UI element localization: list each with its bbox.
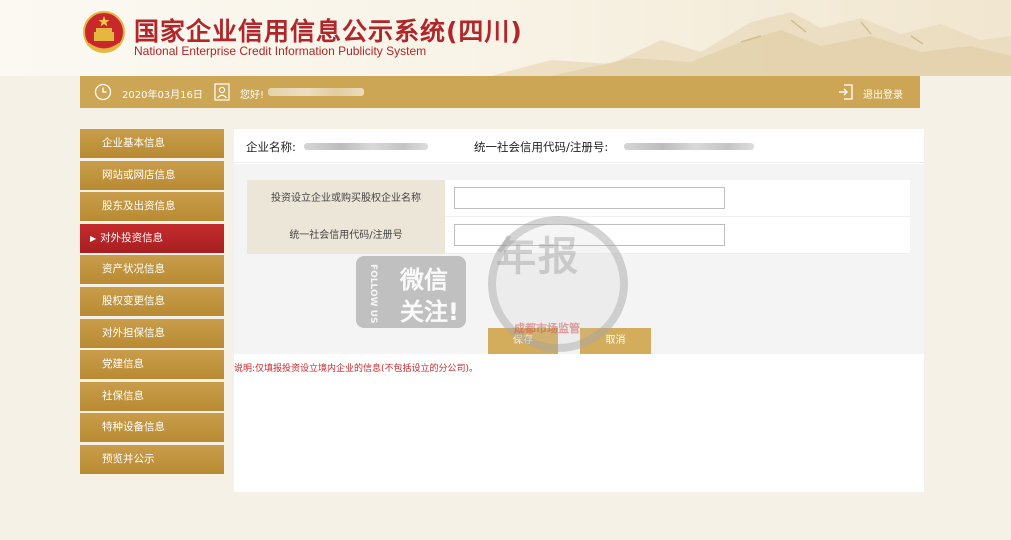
top-bar: 2020年03月16日 您好! 退出登录 (80, 76, 920, 108)
form-row-credit-code: 统一社会信用代码/注册号 (247, 217, 910, 254)
greeting-text: 您好! (240, 90, 265, 101)
invested-credit-code-input[interactable] (454, 224, 725, 246)
logout-icon[interactable] (837, 83, 855, 101)
sidebar-item-10[interactable]: 预览并公示 (80, 444, 224, 474)
sidebar-item-2[interactable]: 股东及出资信息 (80, 192, 224, 222)
invested-credit-code-label: 统一社会信用代码/注册号 (247, 217, 445, 254)
sidebar-item-8[interactable]: 社保信息 (80, 381, 224, 411)
sidebar-item-3[interactable]: ▶ 对外投资信息 (80, 223, 224, 253)
site-header: 国家企业信用信息公示系统(四川) National Enterprise Cre… (0, 0, 1011, 76)
sidebar-item-label: 资产状况信息 (102, 263, 165, 276)
national-emblem-icon (83, 11, 125, 53)
save-button[interactable]: 保存 (488, 328, 558, 354)
sidebar-item-9[interactable]: 特种设备信息 (80, 413, 224, 443)
sidebar-item-label: 社保信息 (102, 389, 144, 402)
redacted-username (268, 88, 364, 96)
sidebar-item-4[interactable]: 资产状况信息 (80, 255, 224, 285)
sidebar-item-1[interactable]: 网站或网店信息 (80, 160, 224, 190)
site-title: 国家企业信用信息公示系统(四川) (134, 17, 523, 46)
cancel-button[interactable]: 取消 (580, 328, 651, 354)
sidebar-item-label: 特种设备信息 (102, 421, 165, 434)
credit-code-label: 统一社会信用代码/注册号: (474, 140, 609, 154)
active-arrow-icon: ▶ (90, 233, 97, 243)
redacted-credit-code (624, 143, 754, 150)
site-subtitle: National Enterprise Credit Information P… (134, 44, 427, 58)
current-date: 2020年03月16日 (122, 90, 203, 101)
sidebar-item-0[interactable]: 企业基本信息 (80, 129, 224, 158)
company-info-row: 企业名称: 统一社会信用代码/注册号: (234, 129, 924, 163)
sidebar-item-label: 对外担保信息 (102, 326, 165, 339)
sidebar-item-label: 党建信息 (102, 358, 144, 371)
mountain-landscape-icon (491, 12, 1011, 76)
user-card-icon (214, 83, 230, 101)
sidebar-item-label: 股权变更信息 (102, 294, 165, 307)
invested-company-name-label: 投资设立企业或购买股权企业名称 (247, 180, 445, 217)
sidebar-item-label: 对外投资信息 (100, 231, 164, 244)
sidebar-item-label: 网站或网店信息 (102, 168, 176, 181)
sidebar-item-6[interactable]: 对外担保信息 (80, 318, 224, 348)
instruction-note: 说明:仅填报投资设立境内企业的信息(不包括设立的分公司)。 (234, 364, 479, 374)
sidebar-item-7[interactable]: 党建信息 (80, 350, 224, 380)
clock-icon (94, 83, 112, 101)
sidebar-item-label: 预览并公示 (102, 452, 155, 465)
invested-company-name-input[interactable] (454, 187, 725, 209)
form-row-company-name: 投资设立企业或购买股权企业名称 (247, 180, 910, 217)
investment-form: 投资设立企业或购买股权企业名称 统一社会信用代码/注册号 保存 取消 (234, 164, 924, 354)
redacted-company-name (304, 143, 428, 150)
sidebar-item-label: 企业基本信息 (102, 137, 165, 149)
sidebar-item-label: 股东及出资信息 (102, 200, 176, 213)
logout-link[interactable]: 退出登录 (863, 86, 903, 101)
form-table: 投资设立企业或购买股权企业名称 统一社会信用代码/注册号 (247, 180, 910, 254)
company-name-label: 企业名称: (246, 140, 296, 154)
main-panel: 企业名称: 统一社会信用代码/注册号: 投资设立企业或购买股权企业名称 统一社会… (234, 129, 924, 492)
sidebar-item-5[interactable]: 股权变更信息 (80, 286, 224, 316)
sidebar-menu: 企业基本信息 网站或网店信息 股东及出资信息 ▶ 对外投资信息 资产状况信息 股权变更信息对… (80, 129, 224, 477)
